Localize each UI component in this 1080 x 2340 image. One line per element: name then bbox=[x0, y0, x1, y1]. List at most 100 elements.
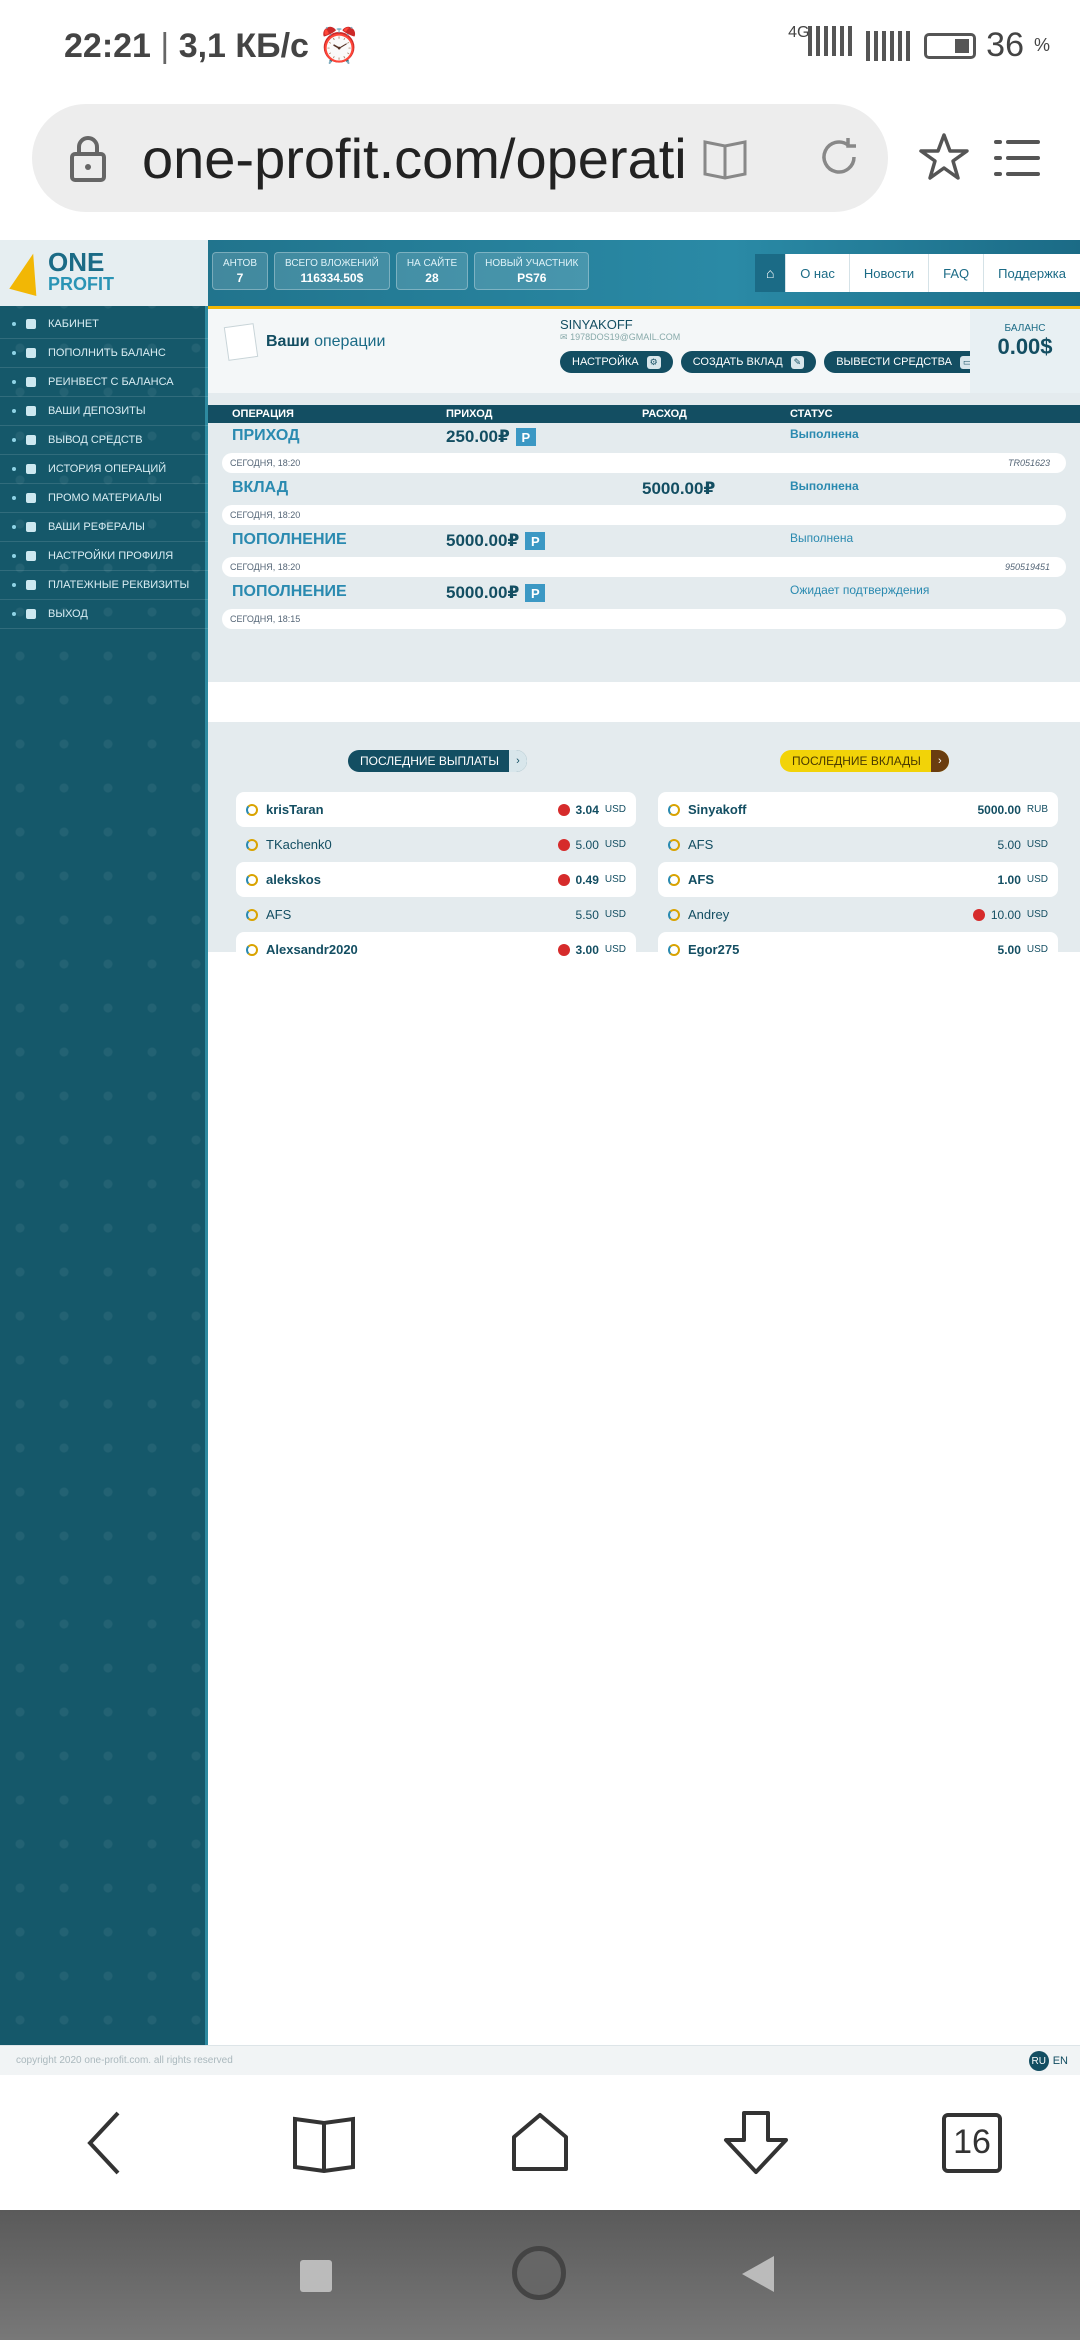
download-button[interactable] bbox=[696, 2083, 816, 2203]
alarm-icon: ⏰ bbox=[318, 27, 361, 65]
nav-support[interactable]: Поддержка bbox=[983, 254, 1080, 292]
income-amount: 5000.00₽ P bbox=[446, 583, 546, 603]
sidebar-item-withdraw[interactable]: Вывод средств bbox=[0, 426, 208, 455]
list-item-amount: 5.00 USD bbox=[997, 837, 1048, 852]
list-item-amount: 5.50 USD bbox=[575, 907, 626, 922]
list-item[interactable]: krisTaran 3.04 USD bbox=[236, 792, 636, 827]
gear-icon bbox=[26, 551, 36, 561]
operation-meta: Сегодня, 18:20 950519451 bbox=[222, 557, 1066, 577]
list-icon bbox=[26, 406, 36, 416]
list-item-amount: 5.00 USD bbox=[557, 838, 626, 852]
table-row: Вклад 5000.00₽ Выполнена Сегодня, 18:20 bbox=[208, 475, 1080, 527]
site-stats: антов 7 Всего вложений 116334.50$ На сайте… bbox=[212, 252, 590, 290]
payment-system-icon: P bbox=[525, 532, 546, 550]
last-activity-panel: Последние выплаты › Последние вклады › kri… bbox=[208, 722, 1080, 967]
payment-system-icon bbox=[557, 943, 570, 956]
operation-ref: TR051623 bbox=[1007, 458, 1050, 468]
mail-icon: ✉ bbox=[560, 332, 568, 342]
list-item-name: AFS bbox=[266, 907, 292, 922]
lang-en[interactable]: EN bbox=[1053, 2055, 1068, 2067]
sidebar-item-deposits[interactable]: Ваши депозиты bbox=[0, 397, 208, 426]
list-item[interactable]: Andrey 10.00 USD bbox=[658, 897, 1058, 932]
list-item[interactable]: Egor275 5.00 USD bbox=[658, 932, 1058, 967]
bookmarks-button[interactable] bbox=[264, 2083, 384, 2203]
user-link-icon bbox=[668, 838, 680, 851]
power-icon bbox=[26, 609, 36, 619]
list-item[interactable]: AFS 5.00 USD bbox=[658, 827, 1058, 862]
username: SINYAKOFF bbox=[560, 317, 633, 332]
expense-amount: 5000.00₽ bbox=[642, 479, 716, 498]
chevron-right-icon: › bbox=[930, 750, 949, 772]
battery-unit: % bbox=[1033, 35, 1050, 55]
payment-system-icon bbox=[972, 908, 985, 921]
book-icon bbox=[293, 2116, 355, 2173]
list-item[interactable]: AFS 1.00 USD bbox=[658, 862, 1058, 897]
list-item[interactable]: Sinyakoff 5000.00 RUB bbox=[658, 792, 1058, 827]
nav-news[interactable]: Новости bbox=[848, 254, 928, 292]
footer: copyright 2020 one-profit.com. all right… bbox=[0, 2045, 1080, 2075]
home-button[interactable] bbox=[480, 2083, 600, 2203]
sidebar-item-logout[interactable]: Выход bbox=[0, 600, 208, 629]
lang-ru[interactable]: RU bbox=[1028, 2051, 1049, 2071]
list-item[interactable]: alekskos 0.49 USD bbox=[236, 862, 636, 897]
list-item[interactable]: AFS 5.50 USD bbox=[236, 897, 636, 932]
operation-date: Сегодня, 18:15 bbox=[230, 614, 301, 624]
list-item[interactable]: TKachenk0 5.00 USD bbox=[236, 827, 636, 862]
back-button[interactable] bbox=[48, 2083, 168, 2203]
sidebar-menu: Кабинет Пополнить баланс Реинвест с бала… bbox=[0, 310, 208, 629]
operations-table: Операция Приход Расход Статус Приход 250.… bbox=[208, 405, 1080, 682]
list-item-amount: 0.49 USD bbox=[557, 873, 626, 887]
sidebar-item-profile-settings[interactable]: Настройки профиля bbox=[0, 542, 208, 571]
list-item-name: Egor275 bbox=[688, 942, 740, 957]
reader-mode-icon[interactable] bbox=[702, 136, 748, 180]
list-item-amount: 3.00 USD bbox=[557, 943, 626, 957]
sidebar-item-topup[interactable]: Пополнить баланс bbox=[0, 339, 208, 368]
nav-about[interactable]: О нас bbox=[785, 254, 849, 292]
sidebar-item-history[interactable]: История операций bbox=[0, 455, 208, 484]
address-bar[interactable]: one-profit.com/operati bbox=[32, 104, 888, 212]
recents-button[interactable] bbox=[300, 2246, 332, 2292]
stat-box: На сайте 28 bbox=[395, 252, 469, 290]
bookmark-star-icon[interactable] bbox=[918, 132, 970, 182]
last-deposits-button[interactable]: Последние вклады › bbox=[780, 750, 949, 772]
tabs-button[interactable]: 16 bbox=[912, 2083, 1032, 2203]
sidebar-item-referrals[interactable]: Ваши рефералы bbox=[0, 513, 208, 542]
back-system-button[interactable] bbox=[742, 2256, 774, 2292]
gear-icon bbox=[26, 580, 36, 590]
balance-box: Баланс 0.00$ bbox=[970, 309, 1080, 393]
reload-icon[interactable] bbox=[816, 134, 862, 180]
list-item-name: Alexsandr2020 bbox=[266, 942, 358, 957]
edit-icon: ✎ bbox=[790, 355, 805, 369]
operation-date: Сегодня, 18:20 bbox=[230, 562, 301, 572]
operation-type: Пополнение bbox=[232, 531, 347, 548]
operation-date: Сегодня, 18:20 bbox=[230, 510, 301, 520]
triangle-back-icon bbox=[742, 2256, 774, 2292]
sidebar-item-promo[interactable]: Промо материалы bbox=[0, 484, 208, 513]
operation-status: Выполнена bbox=[790, 427, 859, 441]
copyright: copyright 2020 one-profit.com. all right… bbox=[16, 2055, 233, 2066]
withdraw-button[interactable]: Вывести средства ▭ bbox=[824, 351, 987, 373]
user-email: ✉ 1978DOS19@GMAIL.COM bbox=[560, 332, 681, 342]
last-payouts-button[interactable]: Последние выплаты › bbox=[348, 750, 528, 772]
stat-box: антов 7 bbox=[212, 252, 268, 290]
users-icon bbox=[26, 522, 36, 532]
sidebar-item-payment-details[interactable]: Платежные реквизиты bbox=[0, 571, 208, 600]
url-text[interactable]: one-profit.com/operati bbox=[142, 126, 692, 191]
logo-profit: PROFIT bbox=[48, 274, 114, 294]
sidebar-item-reinvest[interactable]: Реинвест с баланса bbox=[0, 368, 208, 397]
payouts-list: krisTaran 3.04 USD TKachenk0 5.00 USD alekskos… bbox=[236, 792, 636, 967]
user-link-icon bbox=[246, 908, 258, 921]
webpage: ONE PROFIT Кабинет Пополнить баланс Реинв… bbox=[0, 240, 1080, 2075]
stat-box: Новый участник PS76 bbox=[474, 252, 590, 290]
list-item-name: TKachenk0 bbox=[266, 837, 332, 852]
menu-icon[interactable] bbox=[992, 136, 1042, 180]
home-icon[interactable]: ⌂ bbox=[755, 254, 786, 292]
nav-faq[interactable]: FAQ bbox=[928, 254, 983, 292]
create-deposit-button[interactable]: Создать вклад ✎ bbox=[680, 351, 817, 373]
site-logo[interactable]: ONE PROFIT bbox=[0, 240, 208, 306]
sidebar-item-cabinet[interactable]: Кабинет bbox=[0, 310, 208, 339]
settings-button[interactable]: Настройка ⚙ bbox=[560, 351, 673, 373]
operation-status: Ожидает подтверждения bbox=[790, 583, 930, 597]
list-item[interactable]: Alexsandr2020 3.00 USD bbox=[236, 932, 636, 967]
home-system-button[interactable] bbox=[512, 2246, 566, 2300]
